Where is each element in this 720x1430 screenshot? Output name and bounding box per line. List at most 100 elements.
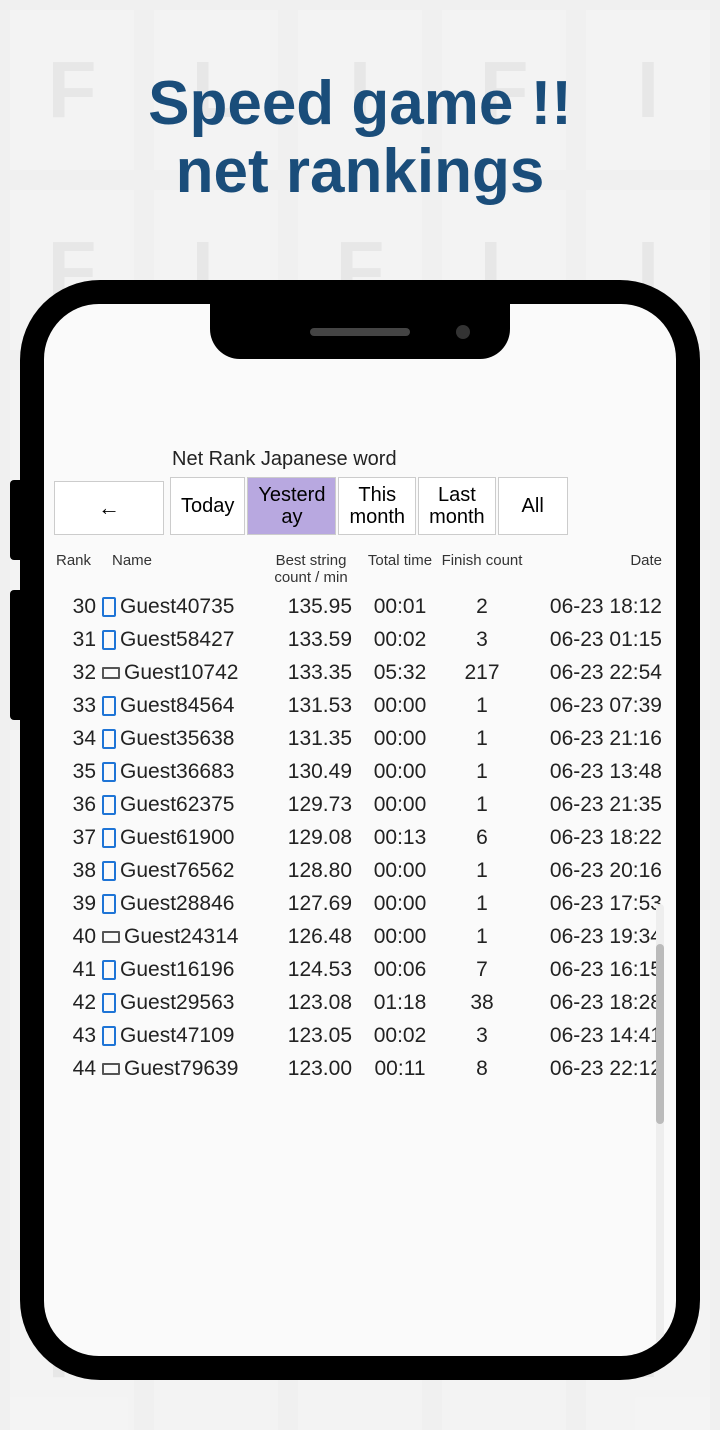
tab-today[interactable]: Today <box>170 477 245 535</box>
cell-finish: 8 <box>440 1057 524 1081</box>
headline-line2: net rankings <box>0 138 720 206</box>
mobile-icon <box>102 597 116 617</box>
cell-time: 00:00 <box>360 892 440 916</box>
cell-date: 06-23 20:16 <box>524 859 664 883</box>
tab-last-month[interactable]: Lastmonth <box>418 477 496 535</box>
table-row[interactable]: 38Guest76562128.8000:00106-23 20:16 <box>54 854 666 887</box>
table-header: Rank Name Best string count / min Total … <box>54 549 666 590</box>
mobile-icon <box>102 861 116 881</box>
mobile-icon <box>102 894 116 914</box>
mobile-icon <box>102 696 116 716</box>
table-body[interactable]: 30Guest40735135.9500:01206-23 18:1231Gue… <box>54 590 666 1085</box>
cell-score: 129.08 <box>262 826 360 850</box>
desktop-icon <box>102 667 120 679</box>
cell-name: Guest10742 <box>102 661 262 685</box>
cell-date: 06-23 22:54 <box>524 661 664 685</box>
mobile-icon <box>102 1026 116 1046</box>
tab-this-month[interactable]: Thismonth <box>338 477 416 535</box>
table-row[interactable]: 35Guest36683130.4900:00106-23 13:48 <box>54 755 666 788</box>
cell-rank: 38 <box>54 859 102 883</box>
cell-score: 135.95 <box>262 595 360 619</box>
cell-date: 06-23 13:48 <box>524 760 664 784</box>
back-button[interactable]: ← <box>54 481 164 535</box>
cell-date: 06-23 01:15 <box>524 628 664 652</box>
cell-score: 133.35 <box>262 661 360 685</box>
cell-finish: 217 <box>440 661 524 685</box>
scrollbar[interactable] <box>656 904 664 1356</box>
table-row[interactable]: 37Guest61900129.0800:13606-23 18:22 <box>54 821 666 854</box>
cell-date: 06-23 18:28 <box>524 991 664 1015</box>
table-row[interactable]: 34Guest35638131.3500:00106-23 21:16 <box>54 722 666 755</box>
table-row[interactable]: 39Guest28846127.6900:00106-23 17:53 <box>54 887 666 920</box>
table-row[interactable]: 40Guest24314126.4800:00106-23 19:34 <box>54 920 666 953</box>
cell-name: Guest62375 <box>102 793 262 817</box>
speaker-icon <box>310 328 410 336</box>
cell-score: 128.80 <box>262 859 360 883</box>
cell-time: 00:01 <box>360 595 440 619</box>
cell-finish: 1 <box>440 925 524 949</box>
cell-finish: 1 <box>440 793 524 817</box>
cell-name: Guest16196 <box>102 958 262 982</box>
cell-finish: 1 <box>440 760 524 784</box>
cell-date: 06-23 17:53 <box>524 892 664 916</box>
table-row[interactable]: 33Guest84564131.5300:00106-23 07:39 <box>54 689 666 722</box>
cell-date: 06-23 07:39 <box>524 694 664 718</box>
mobile-icon <box>102 960 116 980</box>
cell-time: 00:06 <box>360 958 440 982</box>
cell-rank: 34 <box>54 727 102 751</box>
promo-headline: Speed game !! net rankings <box>0 0 720 206</box>
cell-name: Guest61900 <box>102 826 262 850</box>
cell-score: 123.08 <box>262 991 360 1015</box>
cell-name: Guest84564 <box>102 694 262 718</box>
side-button-icon <box>10 590 20 720</box>
camera-icon <box>456 325 470 339</box>
cell-finish: 7 <box>440 958 524 982</box>
table-row[interactable]: 43Guest47109123.0500:02306-23 14:41 <box>54 1019 666 1052</box>
desktop-icon <box>102 931 120 943</box>
cell-date: 06-23 21:16 <box>524 727 664 751</box>
side-button-icon <box>10 480 20 560</box>
cell-time: 00:00 <box>360 793 440 817</box>
cell-score: 123.05 <box>262 1024 360 1048</box>
cell-name: Guest40735 <box>102 595 262 619</box>
cell-score: 126.48 <box>262 925 360 949</box>
col-rank: Rank <box>54 553 102 586</box>
cell-finish: 6 <box>440 826 524 850</box>
cell-rank: 41 <box>54 958 102 982</box>
cell-score: 129.73 <box>262 793 360 817</box>
cell-name: Guest29563 <box>102 991 262 1015</box>
cell-rank: 30 <box>54 595 102 619</box>
cell-rank: 43 <box>54 1024 102 1048</box>
col-score: Best string count / min <box>262 553 360 586</box>
table-row[interactable]: 36Guest62375129.7300:00106-23 21:35 <box>54 788 666 821</box>
cell-time: 00:11 <box>360 1057 440 1081</box>
cell-time: 00:00 <box>360 925 440 949</box>
cell-name: Guest24314 <box>102 925 262 949</box>
table-row[interactable]: 30Guest40735135.9500:01206-23 18:12 <box>54 590 666 623</box>
cell-rank: 42 <box>54 991 102 1015</box>
cell-name: Guest36683 <box>102 760 262 784</box>
table-row[interactable]: 31Guest58427133.5900:02306-23 01:15 <box>54 623 666 656</box>
scrollbar-thumb[interactable] <box>656 944 664 1124</box>
table-row[interactable]: 32Guest10742133.3505:3221706-23 22:54 <box>54 656 666 689</box>
col-name: Name <box>102 553 262 586</box>
ranking-table: Rank Name Best string count / min Total … <box>54 549 666 1085</box>
table-row[interactable]: 41Guest16196124.5300:06706-23 16:15 <box>54 953 666 986</box>
cell-finish: 2 <box>440 595 524 619</box>
cell-name: Guest79639 <box>102 1057 262 1081</box>
phone-notch <box>210 304 510 359</box>
cell-time: 00:02 <box>360 1024 440 1048</box>
tab-yesterday[interactable]: Yesterday <box>247 477 336 535</box>
tab-all[interactable]: All <box>498 477 568 535</box>
cell-finish: 1 <box>440 859 524 883</box>
time-filter-tabs: TodayYesterdayThismonthLastmonthAll <box>170 477 666 535</box>
table-row[interactable]: 44Guest79639123.0000:11806-23 22:12 <box>54 1052 666 1085</box>
headline-line1: Speed game !! <box>0 70 720 138</box>
cell-rank: 31 <box>54 628 102 652</box>
table-row[interactable]: 42Guest29563123.0801:183806-23 18:28 <box>54 986 666 1019</box>
cell-date: 06-23 16:15 <box>524 958 664 982</box>
cell-time: 00:00 <box>360 694 440 718</box>
cell-rank: 40 <box>54 925 102 949</box>
cell-rank: 37 <box>54 826 102 850</box>
cell-finish: 3 <box>440 628 524 652</box>
